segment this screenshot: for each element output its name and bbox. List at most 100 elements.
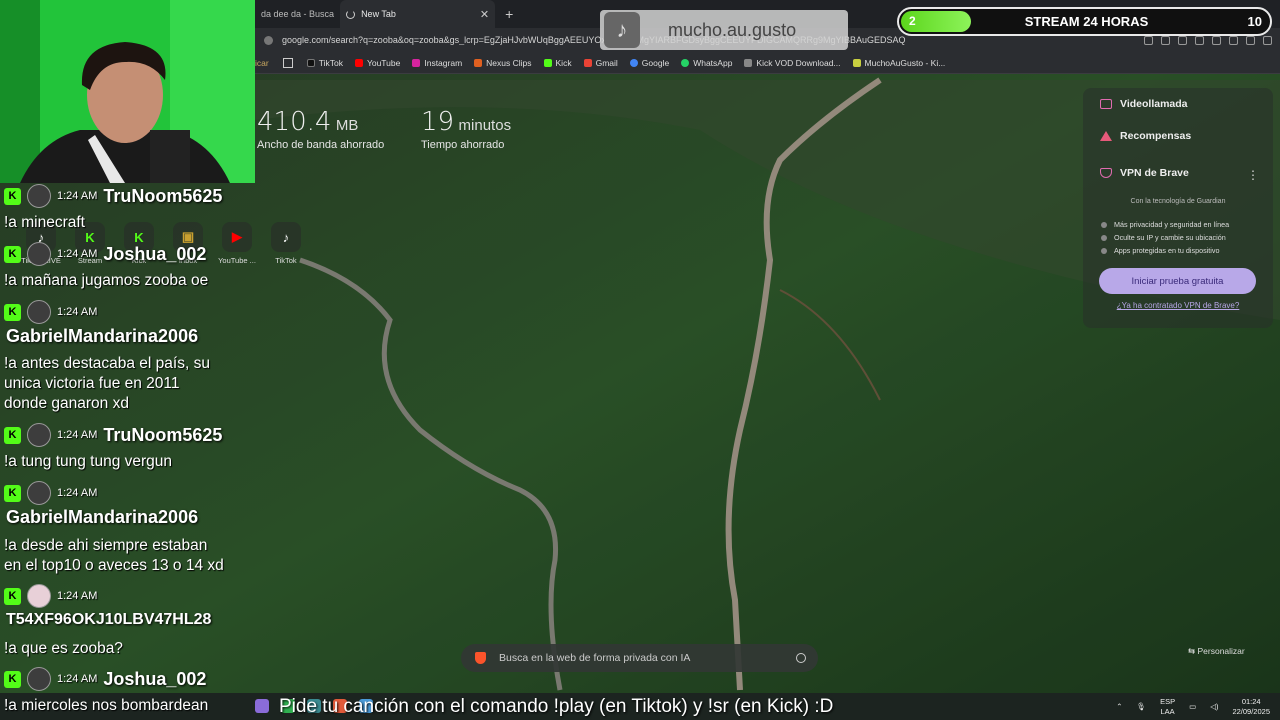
tab-label: New Tab [361,9,396,19]
chat-username: GabrielMandarina2006 [6,507,199,527]
close-icon[interactable]: ✕ [480,8,489,21]
chat-username: Joshua_002 [103,243,207,264]
profile-icon[interactable] [1246,35,1255,45]
chat-message: !a miercoles nos bombardean [4,697,209,714]
start-trial-button[interactable]: Iniciar prueba gratuita [1099,268,1256,294]
personalize-button[interactable]: ⇆ Personalizar [1188,646,1245,657]
chat-time: 1:24 AM [57,248,98,260]
chat-username: TruNoom5625 [103,185,223,206]
bookmark-item[interactable]: Kick VOD Download... [744,58,841,68]
avatar [27,423,51,447]
streamer-image [0,0,255,183]
chat-overlay: K 1:24 AM TruNoom5625 !a minecraft K 1:2… [0,183,255,693]
videollamada-item[interactable]: Videollamada [1100,98,1188,110]
vpn-powered-by: Con la tecnología de Guardian [1130,198,1226,205]
time-unit: minutos [458,117,512,134]
chat-message-header: K 1:24 AM [4,300,97,324]
bookmark-label: Kick [555,57,572,68]
stream-progress-end: 10 [1247,14,1262,29]
bookmark-item[interactable]: YouTube [354,58,400,68]
vpn-icon[interactable] [1229,35,1238,45]
chat-message: en el top10 o aveces 13 o 14 xd [4,557,224,574]
share-icon[interactable] [1144,35,1153,45]
video-call-icon [1100,99,1112,109]
nexus-icon [474,58,483,67]
chat-time: 1:24 AM [57,306,98,318]
chat-username: T54XF96OKJ10LBV47HL28 [6,611,212,628]
bookmark-label: Google [641,57,670,68]
stream-progress-bar: 2 STREAM 24 HORAS 10 [897,7,1272,36]
bookmark-item[interactable]: Google [629,57,670,68]
shortcut-tiktok[interactable]: ♪ TikTok [268,222,304,265]
chat-message-header: K 1:24 AM [4,481,97,505]
brave-side-panel: Videollamada Recompensas VPN de Brave ⋮ … [1083,88,1273,328]
network-icon[interactable]: ▭ [1189,702,1196,711]
bookmark-item[interactable]: MuchoAuGusto - Ki... [852,58,945,68]
whatsapp-icon [681,58,690,67]
already-subscribed-link[interactable]: ¿Ya ha contratado VPN de Brave? [1083,301,1273,310]
chat-message-header: K 1:24 AM TruNoom5625 [4,423,222,447]
recompensas-item[interactable]: Recompensas [1100,130,1191,142]
clock-date: 22/09/2025 [1232,706,1270,716]
media-icon[interactable] [1161,35,1170,45]
brave-icon [475,652,486,664]
chat-message: !a tung tung tung vergun [4,453,173,470]
volume-icon[interactable]: ◁) [1210,702,1218,711]
mic-icon[interactable]: 🎙 [1137,702,1147,711]
kick-icon: K [4,587,21,605]
bookmark-item[interactable]: Gmail [583,58,618,68]
bookmark-item[interactable]: WhatsApp [681,58,732,68]
menu-icon[interactable] [1263,35,1272,45]
chat-username: GabrielMandarina2006 [6,326,199,346]
kick-icon: K [4,187,21,205]
new-tab-icon[interactable]: + [505,6,513,22]
chat-time: 1:24 AM [57,190,98,202]
search-icon[interactable] [796,653,806,663]
bookmark-item[interactable]: Nexus Clips [474,57,532,68]
check-icon [1101,247,1107,254]
chat-message: !a antes destacaba el país, su [4,355,210,372]
avatar [27,242,51,266]
tiktok-overlay: ♪ mucho.au.gusto [600,10,848,50]
tab-search[interactable]: da dee da - Busca [255,0,340,28]
chat-message: !a que es zooba? [4,640,123,657]
kick-icon: K [4,484,21,502]
bandwidth-stat: 410.4 MB Ancho de banda ahorrado [257,107,384,151]
vpn-feature: Más privacidad y seguridad en línea [1101,220,1229,229]
bookmark-label: Nexus Clips [486,57,532,68]
vpn-item[interactable]: VPN de Brave [1100,167,1189,179]
language-indicator[interactable]: ESP LAA [1160,697,1175,717]
sidebar-icon[interactable] [1178,35,1187,45]
shortcut-label: TikTok [275,256,297,265]
search-input[interactable]: Busca en la web de forma privada con IA [499,652,690,664]
tiktok-icon: ♪ [271,222,301,252]
bookmark-item[interactable]: TikTok [306,58,343,68]
chevron-up-icon[interactable]: ⌃ [1116,702,1122,711]
vpn-feature: Oculte su IP y cambie su ubicación [1101,233,1226,242]
download-icon[interactable] [1212,35,1221,45]
bookmark-label: Instagram [424,57,463,68]
bookmark-item[interactable]: Instagram [412,58,462,68]
tab-new-tab[interactable]: New Tab ✕ [340,0,496,28]
bandwidth-value: 410.4 [257,107,332,137]
song-request-banner: Pide tu canción con el comando !play (en… [279,696,834,717]
clock[interactable]: 01:24 22/09/2025 [1232,697,1270,717]
avatar [27,481,51,505]
kick-icon: K [4,426,21,444]
apps-icon[interactable] [282,57,293,68]
site-info-icon[interactable] [264,35,273,45]
gmail-icon [583,58,592,67]
search-bar[interactable]: Busca en la web de forma privada con IA [461,644,818,672]
extensions-icon[interactable] [1195,35,1204,45]
bookmark-item[interactable]: Kick [543,57,572,68]
chat-time: 1:24 AM [57,673,98,685]
more-options-icon[interactable]: ⋮ [1247,168,1259,182]
tiktok-icon: ♪ [604,12,640,48]
avatar [27,184,51,208]
app-icon[interactable] [255,699,269,713]
chat-message: unica victoria fue en 2011 [4,375,180,392]
lang-secondary: LAA [1160,706,1175,716]
kick-icon: K [4,303,21,321]
bookmark-item[interactable]: icar [255,58,269,68]
chat-message-header: K 1:24 AM Joshua_002 [4,667,206,691]
